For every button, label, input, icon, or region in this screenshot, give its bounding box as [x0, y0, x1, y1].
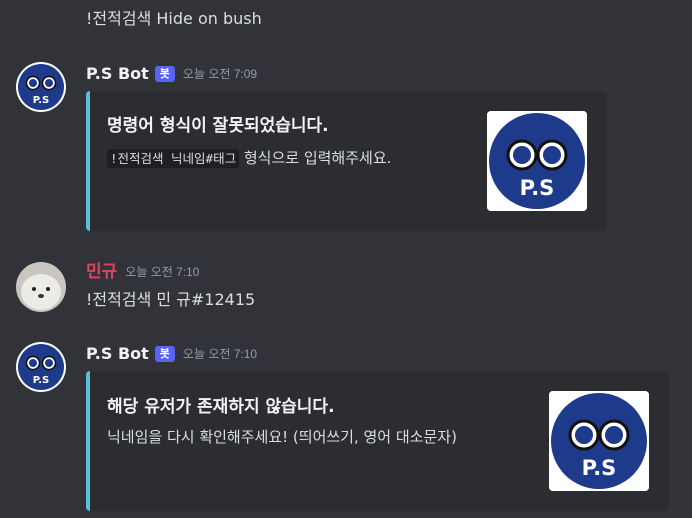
message-content: !전적검색 민 규#12415 — [86, 290, 256, 309]
embed-thumbnail[interactable]: P.S — [487, 111, 587, 211]
message-header: 민규 오늘 오전 7:10 — [86, 261, 199, 283]
embed-description: !전적검색 닉네임#태그 형식으로 입력해주세요. — [107, 147, 391, 170]
bot-avatar[interactable]: P.S — [16, 62, 66, 112]
username[interactable]: P.S Bot — [86, 343, 149, 365]
embed-description: 닉네임을 다시 확인해주세요! (띄어쓰기, 영어 대소문자) — [107, 428, 457, 446]
message-content: !전적검색 Hide on bush — [86, 9, 262, 28]
thumbnail-logo-text: P.S — [582, 456, 617, 480]
avatar-logo-text: P.S — [33, 95, 50, 106]
embed-title: 해당 유저가 존재하지 않습니다. — [107, 397, 335, 417]
seal-avatar-icon — [16, 262, 66, 312]
embed: 해당 유저가 존재하지 않습니다. 닉네임을 다시 확인해주세요! (띄어쓰기,… — [86, 371, 669, 511]
timestamp[interactable]: 오늘 오전 7:10 — [125, 261, 199, 283]
username[interactable]: 민규 — [86, 261, 117, 283]
avatar-logo-text: P.S — [33, 375, 50, 386]
timestamp[interactable]: 오늘 오전 7:10 — [183, 343, 257, 365]
embed-title: 명령어 형식이 잘못되었습니다. — [107, 116, 329, 136]
embed-description-text: 형식으로 입력해주세요. — [239, 149, 392, 167]
bot-avatar[interactable]: P.S — [16, 342, 66, 392]
username[interactable]: P.S Bot — [86, 63, 149, 85]
thumbnail-logo-text: P.S — [520, 176, 555, 200]
user-avatar[interactable] — [16, 262, 66, 312]
ps-logo-icon: P.S — [16, 62, 66, 112]
inline-code: !전적검색 닉네임#태그 — [107, 149, 240, 168]
bot-tag: 봇 — [154, 66, 175, 82]
ps-logo-icon: P.S — [16, 342, 66, 392]
message-header: P.S Bot 봇 오늘 오전 7:09 — [86, 63, 257, 85]
embed-thumbnail[interactable]: P.S — [549, 391, 649, 491]
timestamp[interactable]: 오늘 오전 7:09 — [183, 63, 257, 85]
bot-tag: 봇 — [154, 346, 175, 362]
ps-logo-icon: P.S — [487, 111, 587, 211]
ps-logo-icon: P.S — [549, 391, 649, 491]
message-header: P.S Bot 봇 오늘 오전 7:10 — [86, 343, 257, 365]
embed: 명령어 형식이 잘못되었습니다. !전적검색 닉네임#태그 형식으로 입력해주세… — [86, 91, 607, 231]
